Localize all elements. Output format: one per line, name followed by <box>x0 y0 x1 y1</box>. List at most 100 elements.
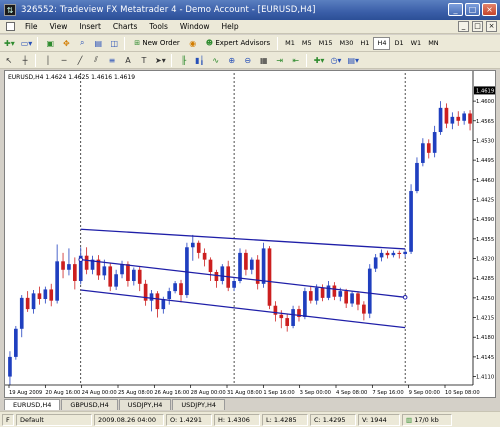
navigator-icon[interactable]: ⌕ <box>75 36 89 50</box>
price-tick-label: 1.4619 <box>476 88 494 94</box>
time-tick-label: 4 Sep 08:00 <box>336 390 367 396</box>
minimize-button[interactable]: _ <box>448 3 463 16</box>
menu-help[interactable]: Help <box>215 22 244 31</box>
window-titlebar[interactable]: ⇅ 326552: Tradeview FX Metatrader 4 - De… <box>0 0 500 20</box>
chart-minimize-button[interactable]: _ <box>458 21 469 32</box>
maximize-button[interactable]: □ <box>465 3 480 16</box>
status-open: O: 1.4291 <box>166 413 212 426</box>
candle-body <box>285 318 290 326</box>
strategy-tester-icon[interactable]: ◫ <box>107 36 121 50</box>
terminal-icon[interactable]: ▤ <box>91 36 105 50</box>
candle-body <box>326 285 331 298</box>
candle-body <box>332 285 337 297</box>
timeframe-h1[interactable]: H1 <box>357 37 372 50</box>
cursor-icon[interactable]: ↖ <box>2 53 16 67</box>
standard-toolbar: ✚▾ ▭▾ ▣ ✥ ⌕ ▤ ◫ ⊞ New Order ◉ ☻ Expert A… <box>0 35 500 52</box>
price-tick-label: 1.4250 <box>476 296 494 302</box>
candle-body <box>31 293 36 310</box>
candle-body <box>108 266 113 287</box>
tab-eurusd-h4[interactable]: EURUSD,H4 <box>4 399 61 410</box>
periods-icon[interactable]: ◷▾ <box>328 53 343 67</box>
text-label-icon[interactable]: T <box>137 53 151 67</box>
zoom-in-icon[interactable]: ⊕ <box>225 53 239 67</box>
templates-icon[interactable]: ▤▾ <box>345 53 361 67</box>
chart-close-button[interactable]: × <box>486 21 497 32</box>
time-tick-label: 25 Aug 08:00 <box>118 390 153 396</box>
tab-usdjpy-h4[interactable]: USDJPY,H4 <box>118 399 172 410</box>
status-close: C: 1.4295 <box>310 413 356 426</box>
menu-charts[interactable]: Charts <box>107 22 144 31</box>
bar-chart-icon[interactable]: ╟ <box>177 53 191 67</box>
market-watch-icon[interactable]: ▣ <box>43 36 57 50</box>
horizontal-line-icon[interactable]: ─ <box>57 53 71 67</box>
expert-advisors-label: Expert Advisors <box>215 39 271 47</box>
price-chart[interactable]: 1.4619 1.4600 1.4565 1.4530 1.4495 1.4460 1.44… <box>5 71 495 397</box>
candle-body <box>438 107 443 133</box>
status-traffic: 17/0 kb <box>414 415 439 424</box>
chart-window[interactable]: 1.4619 1.4600 1.4565 1.4530 1.4495 1.4460 1.44… <box>4 70 496 398</box>
indicators-icon[interactable]: ✚▾ <box>312 53 327 67</box>
menu-file[interactable]: File <box>19 22 44 31</box>
crosshair-icon[interactable]: ┼ <box>18 53 32 67</box>
candle-body <box>314 287 319 301</box>
trendline-icon[interactable]: ╱ <box>73 53 87 67</box>
timeframe-m30[interactable]: M30 <box>337 37 357 50</box>
candle-body <box>385 252 390 256</box>
menu-window[interactable]: Window <box>174 22 216 31</box>
chart-window-icon[interactable] <box>6 22 15 31</box>
zoom-out-icon[interactable]: ⊖ <box>241 53 255 67</box>
candle-body <box>190 242 195 248</box>
vertical-markers <box>80 73 406 385</box>
chart-shift-icon[interactable]: ⇥ <box>273 53 287 67</box>
time-tick-label: 1 Sep 16:00 <box>263 390 294 396</box>
menu-insert[interactable]: Insert <box>73 22 107 31</box>
expert-advisors-button[interactable]: ☻ Expert Advisors <box>202 36 274 50</box>
tab-gbpusd-h4[interactable]: GBPUSD,H4 <box>61 399 118 410</box>
fibonacci-icon[interactable]: ≡ <box>105 53 119 67</box>
candle-body <box>397 252 402 255</box>
timeframe-h4[interactable]: H4 <box>373 36 391 50</box>
candle-body <box>320 287 325 298</box>
candle-body <box>350 293 354 304</box>
price-tick-label: 1.4180 <box>476 335 494 341</box>
price-tick-label: 1.4425 <box>476 197 494 203</box>
chart-symbol-header: EURUSD,H4 1.4624 1.4625 1.4616 1.4619 <box>8 74 135 81</box>
timeframe-m5[interactable]: M5 <box>299 37 315 50</box>
channel-icon[interactable]: ⫽ <box>89 53 103 67</box>
candlesticks-icon[interactable]: ▮╽ <box>193 53 207 67</box>
candle-body <box>356 293 360 305</box>
candle-body <box>308 291 313 301</box>
menu-tools[interactable]: Tools <box>143 22 173 31</box>
candle-body <box>120 264 124 275</box>
status-high: H: 1.4306 <box>214 413 260 426</box>
price-tick-label: 1.4565 <box>476 119 494 125</box>
line-chart-icon[interactable]: ∿ <box>209 53 223 67</box>
arrows-icon[interactable]: ➤▾ <box>153 53 168 67</box>
profiles-icon[interactable]: ▭▾ <box>19 36 35 50</box>
new-order-button[interactable]: ⊞ New Order <box>130 36 183 50</box>
candle-body <box>303 291 307 317</box>
candle-body <box>362 304 366 314</box>
price-tick-label: 1.4285 <box>476 276 494 282</box>
tab-usdjpy-h4-2[interactable]: USDJPY,H4 <box>172 399 226 410</box>
timeframe-w1[interactable]: W1 <box>408 37 425 50</box>
candle-body <box>291 309 295 326</box>
tile-windows-icon[interactable]: ▦ <box>257 53 271 67</box>
timeframe-m15[interactable]: M15 <box>316 37 336 50</box>
autoscroll-icon[interactable]: ⇤ <box>289 53 303 67</box>
candle-body <box>232 281 236 288</box>
vertical-line-icon[interactable]: │ <box>41 53 55 67</box>
new-chart-icon[interactable]: ✚▾ <box>2 36 17 50</box>
close-button[interactable]: × <box>482 3 497 16</box>
candle-body <box>462 113 466 121</box>
text-icon[interactable]: A <box>121 53 135 67</box>
menu-view[interactable]: View <box>44 22 74 31</box>
chart-restore-button[interactable]: □ <box>472 21 483 32</box>
timeframe-m1[interactable]: M1 <box>282 37 298 50</box>
timeframe-d1[interactable]: D1 <box>391 37 406 50</box>
toolbar-separator <box>37 36 39 50</box>
candle-body <box>244 252 248 270</box>
metaeditor-icon[interactable]: ◉ <box>186 36 200 50</box>
timeframe-mn[interactable]: MN <box>425 37 441 50</box>
data-window-icon[interactable]: ✥ <box>59 36 73 50</box>
